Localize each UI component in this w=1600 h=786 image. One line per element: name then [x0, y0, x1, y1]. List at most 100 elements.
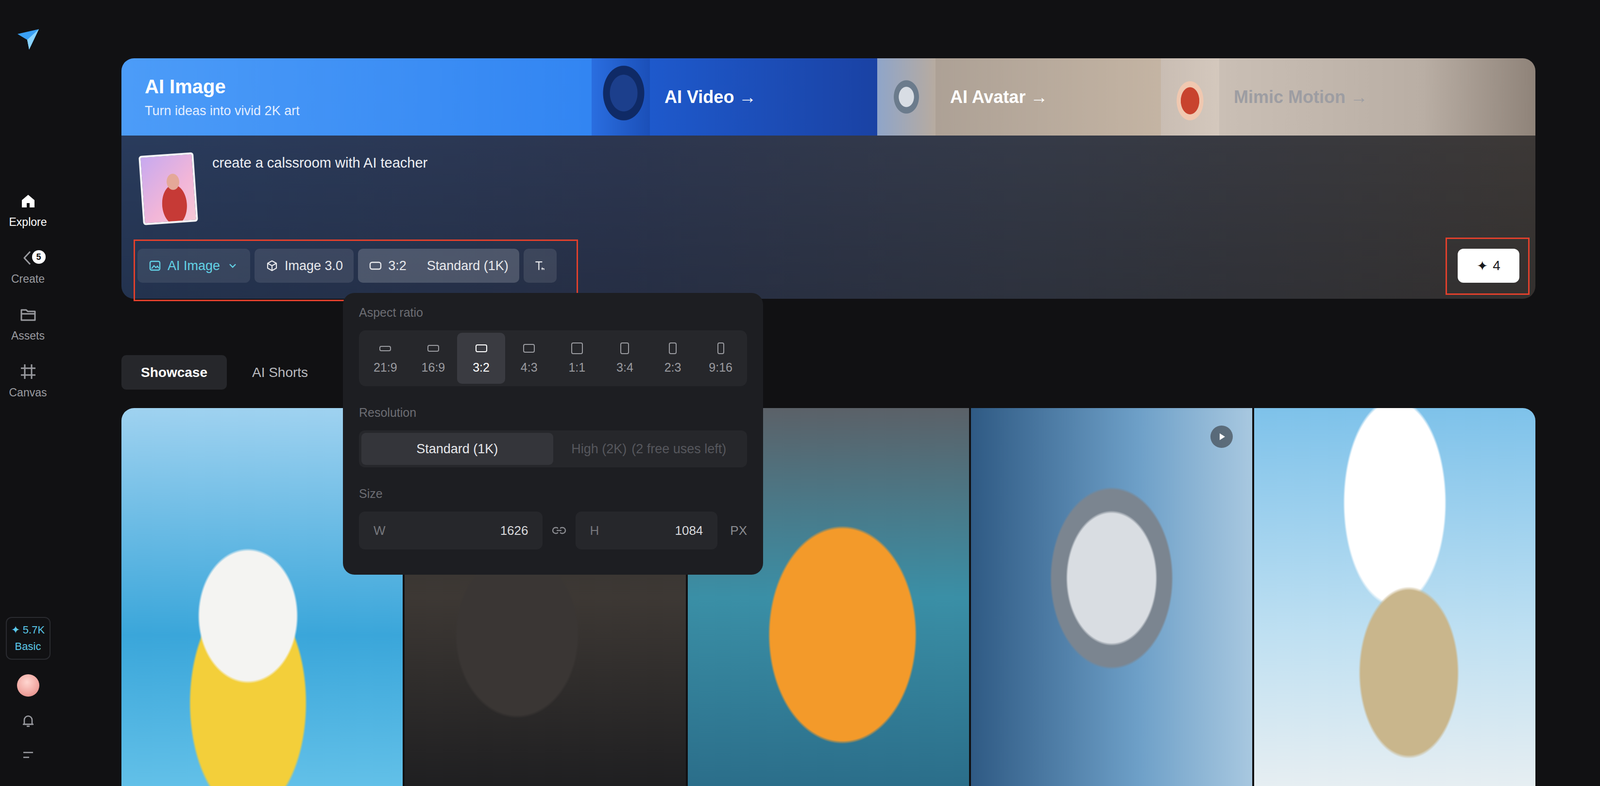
mode-label: AI Image: [167, 258, 221, 274]
ratio-shape-icon: [620, 342, 630, 355]
banner-link-label: AI Video →: [664, 86, 757, 108]
generate-button[interactable]: ✦4: [1457, 248, 1520, 283]
credits-amount: 5.7K: [22, 623, 45, 637]
section-label: Resolution: [358, 405, 748, 420]
ratio-shape-icon: [571, 342, 583, 355]
ratio-popup: Aspect ratio 21:916:93:24:31:13:42:39:16 R…: [342, 292, 764, 575]
aspect-ratio-option[interactable]: 9:16: [696, 332, 745, 384]
banner-link[interactable]: Mimic Motion →: [1160, 58, 1536, 136]
annotation-box: [1445, 237, 1530, 295]
banner-heading: AI Image Turn ideas into vivid 2K art: [121, 58, 592, 136]
plan-label: Basic: [15, 640, 42, 653]
sidebar-item[interactable]: Canvas: [3, 361, 53, 400]
credit-cost: 4: [1492, 257, 1501, 274]
toolbar: AI Image Image 3.0 3:2 Standard (1K) ✦4: [137, 248, 1520, 283]
banner-image: [1160, 58, 1220, 136]
ratio-button[interactable]: 3:2 Standard (1K): [357, 248, 520, 283]
logo-icon: [14, 25, 42, 53]
prompt-input[interactable]: create a calssroom with AI teacher: [212, 153, 428, 171]
ratio-shape-icon: [668, 342, 677, 355]
ratio-icon: [368, 258, 383, 273]
text-icon: [533, 258, 547, 273]
app: Explore5CreateAssetsCanvas✦5.7KBasicAI I…: [0, 0, 1600, 786]
sidebar-item[interactable]: 5 Create: [3, 248, 53, 286]
bell-icon[interactable]: [18, 711, 38, 731]
ratio-shape-icon: [475, 344, 488, 353]
prompt-area: create a calssroom with AI teacher AI Ima…: [121, 135, 1536, 299]
sidebar: Explore 5 Create Assets Canvas ✦5.7K Basic: [0, 0, 56, 786]
resolution-option: High (2K)(2 free uses left): [553, 432, 746, 465]
resolution-options: Standard (1K)High (2K)(2 free uses left): [358, 430, 748, 468]
banner-image: [877, 58, 936, 136]
aspect-ratio-option[interactable]: 2:3: [648, 332, 698, 384]
reference-thumbnail[interactable]: [138, 152, 199, 226]
credits-icon: ✦: [11, 623, 20, 637]
aspect-ratio-option[interactable]: 1:1: [553, 332, 602, 384]
link-icon[interactable]: [550, 521, 568, 540]
main: AI Image Turn ideas into vivid 2K art AI V…: [55, 0, 1600, 786]
ratio-shape-icon: [523, 343, 535, 353]
ratio-shape-icon: [427, 344, 440, 352]
gallery-item[interactable]: [970, 408, 1253, 786]
ratio-shape-icon: [379, 345, 392, 352]
tool-group: AI Image Image 3.0 3:2 Standard (1K): [137, 248, 557, 283]
sidebar-label: Explore: [9, 215, 48, 229]
resolution-option[interactable]: Standard (1K): [361, 432, 554, 465]
gallery: [121, 408, 1536, 786]
annotation-box: [133, 239, 579, 302]
size-fields: W1626 H1084 PX: [358, 511, 748, 550]
mode-button[interactable]: AI Image: [137, 248, 251, 283]
banner-image: [591, 58, 650, 136]
cube-icon: [265, 258, 279, 273]
height-field[interactable]: H1084: [575, 511, 718, 550]
sidebar-label: Canvas: [9, 386, 48, 400]
banner-title: AI Image: [144, 75, 592, 98]
unit-label: PX: [730, 523, 748, 539]
banner-subtitle: Turn ideas into vivid 2K art: [144, 103, 592, 119]
tab-bar: ShowcaseAI Shorts: [121, 355, 1536, 390]
aspect-ratio-option[interactable]: 3:2: [457, 332, 506, 384]
resolution-value: Standard (1K): [426, 258, 509, 274]
aspect-ratio-option[interactable]: 16:9: [409, 332, 458, 384]
sidebar-item[interactable]: Explore: [3, 191, 53, 229]
banner: AI Image Turn ideas into vivid 2K art AI V…: [121, 58, 1536, 136]
aspect-ratio-option[interactable]: 3:4: [600, 332, 649, 384]
home-icon: [18, 191, 38, 211]
folder-icon: [18, 305, 38, 325]
resolution-note: (2 free uses left): [631, 441, 727, 457]
generate-wrap: ✦4: [1457, 248, 1520, 283]
banner-link[interactable]: AI Avatar →: [877, 58, 1161, 136]
sidebar-item[interactable]: Assets: [3, 305, 53, 343]
gallery-item[interactable]: [1254, 408, 1536, 786]
canvas-icon: [18, 361, 38, 382]
chevron-down-icon: [225, 258, 240, 273]
ratio-value: 3:2: [388, 258, 407, 274]
aspect-ratio-option[interactable]: 4:3: [505, 332, 554, 384]
model-label: Image 3.0: [284, 258, 343, 274]
tab[interactable]: AI Shorts: [232, 355, 328, 390]
sidebar-nav: Explore 5 Create Assets Canvas: [3, 191, 53, 400]
sidebar-bottom: ✦5.7K Basic: [5, 616, 51, 765]
banner-link-label: Mimic Motion →: [1233, 86, 1368, 108]
generator-card: AI Image Turn ideas into vivid 2K art AI V…: [121, 58, 1536, 299]
ratio-shape-icon: [717, 342, 725, 355]
avatar-icon[interactable]: [17, 674, 40, 697]
create-icon: 5: [18, 248, 38, 268]
image-mode-icon: [148, 258, 162, 273]
credits-box[interactable]: ✦5.7K Basic: [5, 616, 51, 660]
width-field[interactable]: W1626: [358, 511, 543, 550]
aspect-ratio-options: 21:916:93:24:31:13:42:39:16: [358, 330, 748, 387]
text-button[interactable]: [523, 248, 557, 283]
banner-link-label: AI Avatar →: [950, 86, 1048, 108]
sparkle-label: ✦: [1476, 257, 1488, 274]
model-button[interactable]: Image 3.0: [254, 248, 354, 283]
play-icon: [1210, 425, 1233, 448]
aspect-ratio-option[interactable]: 21:9: [361, 332, 410, 384]
sidebar-label: Create: [11, 272, 45, 286]
section-label: Aspect ratio: [358, 305, 748, 320]
create-badge: 5: [32, 250, 46, 264]
section-label: Size: [358, 486, 748, 501]
banner-link[interactable]: AI Video →: [591, 58, 878, 136]
tab[interactable]: Showcase: [121, 355, 227, 390]
menu-icon[interactable]: [18, 745, 38, 765]
